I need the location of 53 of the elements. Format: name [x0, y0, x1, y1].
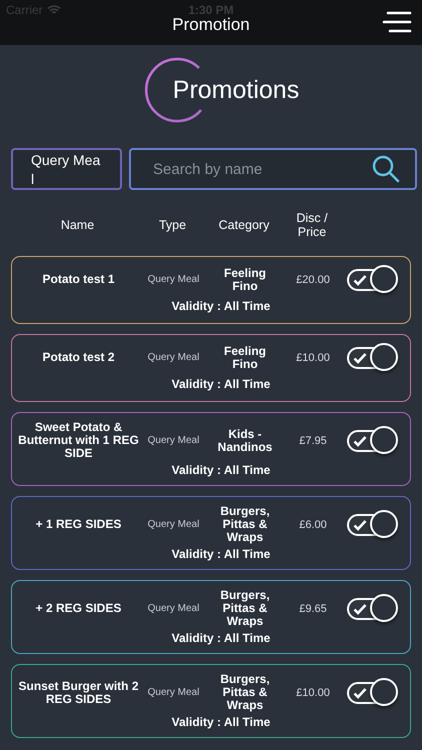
validity-text: Validity : All Time	[170, 547, 272, 561]
promotion-type: Query Meal	[146, 274, 200, 286]
validity-text: Validity : All Time	[170, 299, 272, 314]
type-filter[interactable]: Query Meal	[11, 148, 122, 190]
promotion-price: £20.00	[295, 274, 331, 286]
promotion-category: Feeling Fino	[222, 344, 267, 371]
screen-title: Promotion	[172, 14, 250, 34]
checkmark-icon	[353, 352, 367, 364]
promotion-category: Burgers, Pittas & Wraps	[219, 589, 271, 628]
promotion-price: £10.00	[295, 352, 331, 364]
promotion-price: £10.00	[295, 686, 331, 698]
validity-text: Validity : All Time	[170, 377, 272, 392]
promotion-name: Potato test 2	[41, 351, 116, 364]
promotion-name: + 1 REG SIDES	[34, 518, 122, 531]
promotion-name: Sunset Burger with 2 REG SIDES	[17, 680, 140, 706]
column-header: Type	[158, 218, 188, 232]
promotion-category: Feeling Fino	[222, 266, 267, 293]
column-header: Disc / Price	[295, 211, 329, 239]
checkmark-icon	[353, 434, 367, 446]
page-heading: Promotions	[172, 76, 300, 104]
checkmark-icon	[353, 602, 367, 614]
promotion-card[interactable]: Sweet Potato & Butternut with 1 REG SIDE Query Meal Kids - Nandinos £7.95 Validity : All Time	[11, 412, 411, 486]
wifi-icon	[46, 5, 61, 15]
promotion-type: Query Meal	[146, 687, 200, 698]
promotion-type: Query Meal	[146, 519, 200, 530]
search-icon[interactable]	[371, 154, 401, 184]
checkmark-icon	[353, 686, 367, 698]
validity-text: Validity : All Time	[170, 715, 272, 729]
promotion-category: Burgers, Pittas & Wraps	[219, 673, 271, 712]
promotion-card[interactable]: Potato test 2 Query Meal Feeling Fino £10.00 Validity : All Time	[11, 334, 411, 402]
promotion-type: Query Meal	[146, 435, 200, 446]
promotion-price: £6.00	[298, 518, 328, 530]
promotion-price: £9.65	[298, 602, 328, 614]
menu-icon[interactable]	[382, 10, 412, 34]
promotion-type: Query Meal	[146, 352, 200, 364]
promotion-price: £7.95	[298, 434, 328, 446]
promotion-name: + 2 REG SIDES	[34, 602, 122, 615]
validity-text: Validity : All Time	[170, 631, 272, 645]
column-header: Name	[60, 218, 96, 232]
checkmark-icon	[353, 518, 367, 530]
promotion-card[interactable]: + 1 REG SIDES Query Meal Burgers, Pittas & Wraps £6.00 Validity : All Time	[11, 496, 411, 570]
validity-text: Validity : All Time	[170, 463, 272, 477]
promotion-card[interactable]: Potato test 1 Query Meal Feeling Fino £20.00 Validity : All Time	[11, 256, 411, 324]
checkmark-icon	[353, 274, 367, 286]
search-field[interactable]: Search by name	[129, 148, 417, 190]
promotion-name: Sweet Potato & Butternut with 1 REG SIDE	[17, 421, 140, 460]
promotion-category: Kids - Nandinos	[216, 428, 274, 454]
promotion-card[interactable]: + 2 REG SIDES Query Meal Burgers, Pittas & Wraps £9.65 Validity : All Time	[11, 580, 411, 654]
promotion-name: Potato test 1	[41, 273, 116, 286]
search-input[interactable]: Search by name	[151, 160, 371, 178]
promotion-type: Query Meal	[146, 603, 200, 614]
column-header: Category	[218, 218, 270, 232]
promotion-category: Burgers, Pittas & Wraps	[219, 505, 271, 544]
